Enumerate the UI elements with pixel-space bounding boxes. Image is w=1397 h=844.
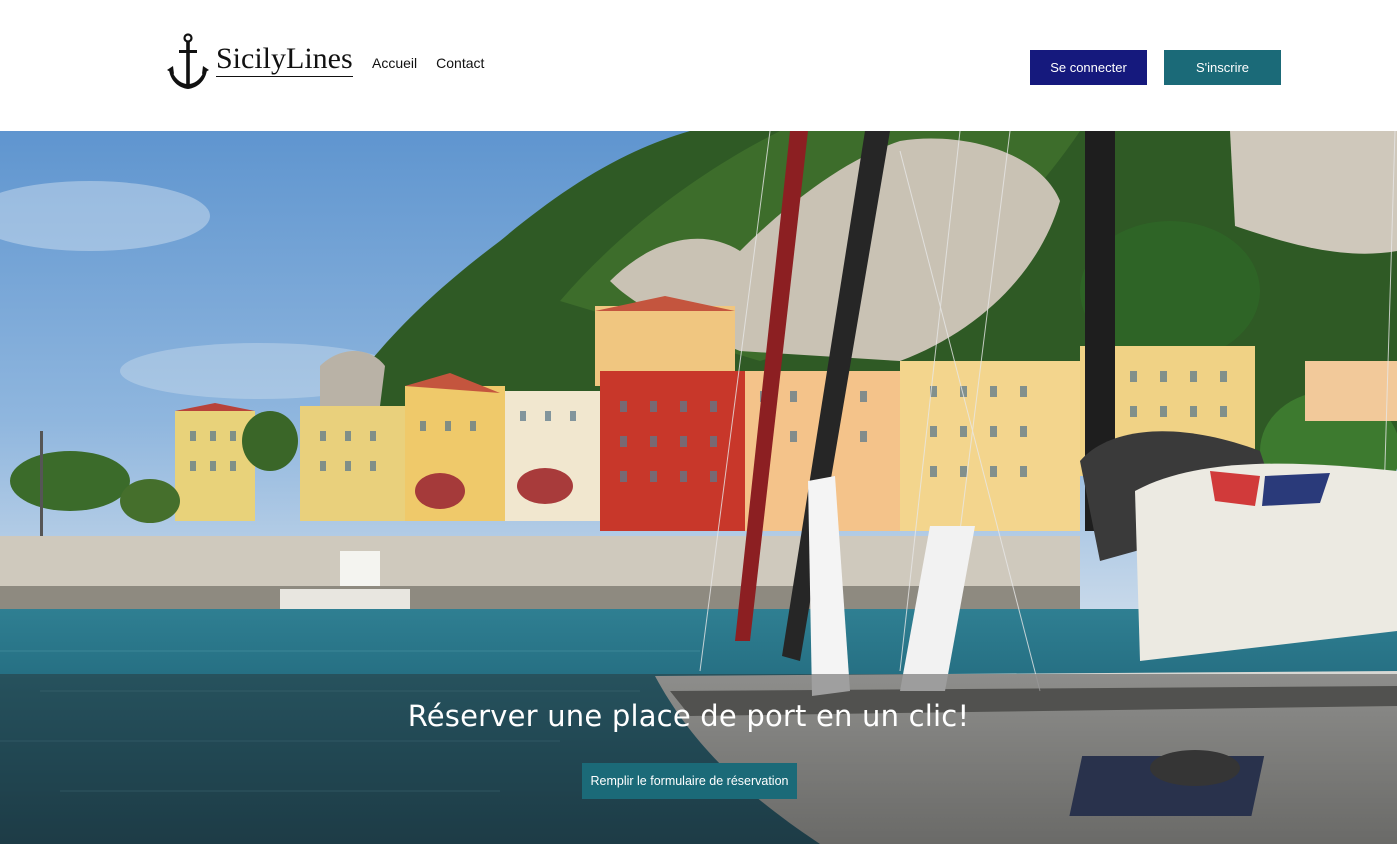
hero-section: Réserver une place de port en un clic! R… (0, 131, 1397, 844)
brand-name: SicilyLines (216, 42, 353, 77)
login-button[interactable]: Se connecter (1030, 50, 1147, 85)
nav-contact[interactable]: Contact (436, 55, 484, 71)
reservation-form-button[interactable]: Remplir le formulaire de réservation (582, 763, 797, 799)
anchor-icon (167, 33, 209, 89)
hero-headline: Réserver une place de port en un clic! (407, 699, 970, 733)
main-nav: Accueil Contact (372, 55, 484, 71)
signup-button[interactable]: S'inscrire (1164, 50, 1281, 85)
nav-accueil[interactable]: Accueil (372, 55, 417, 71)
site-header: SicilyLines Accueil Contact Se connecter… (0, 0, 1397, 131)
brand-logo-link[interactable]: SicilyLines (167, 33, 353, 91)
